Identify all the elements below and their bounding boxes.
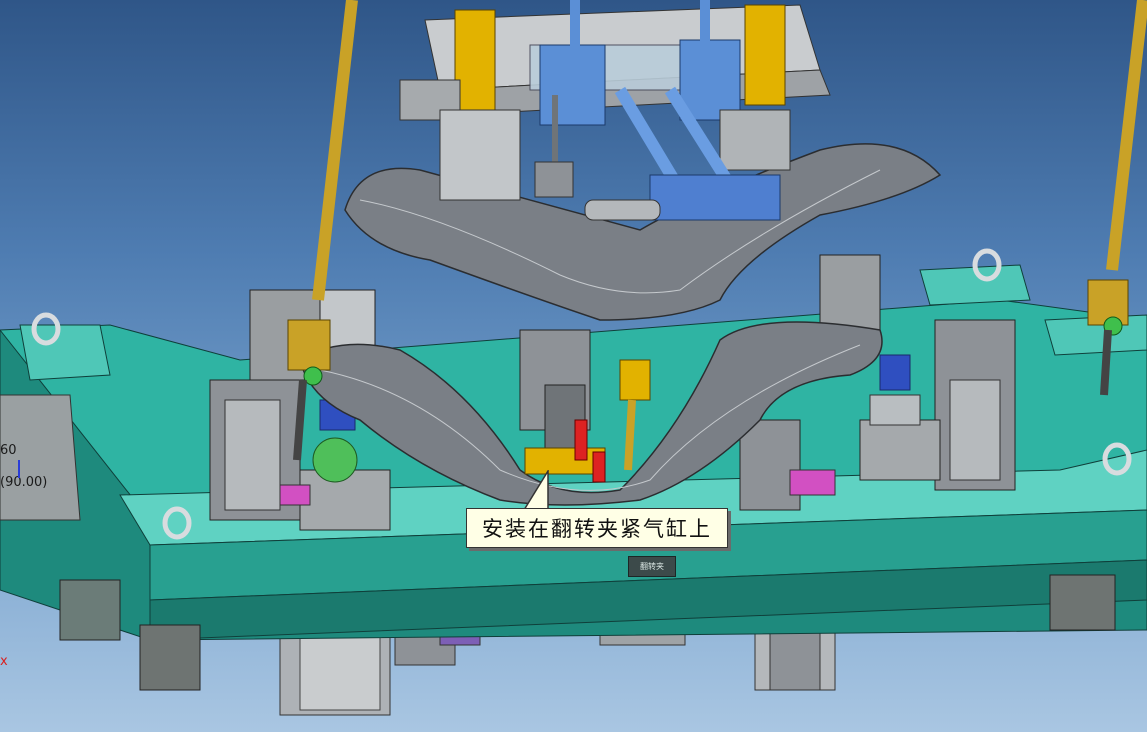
annotation-callout-text: 安装在翻转夹紧气缸上 [482, 517, 712, 541]
callout-pointer [522, 470, 549, 511]
coordinate-triad-icon: 60 (90.00) [0, 443, 47, 491]
triad-angle-value: (90.00) [0, 475, 48, 490]
triad-x-label: x [0, 654, 8, 669]
triad-z-axis [18, 460, 20, 478]
triad-top-value: 60 [0, 443, 17, 458]
nameplate-text: 翻转夹 [640, 562, 664, 571]
cad-viewport[interactable]: 安装在翻转夹紧气缸上 翻转夹 60 (90.00) x [0, 0, 1147, 732]
fixture-3d-model[interactable] [0, 0, 1147, 732]
nameplate: 翻转夹 [628, 556, 676, 577]
annotation-callout[interactable]: 安装在翻转夹紧气缸上 [466, 508, 728, 548]
